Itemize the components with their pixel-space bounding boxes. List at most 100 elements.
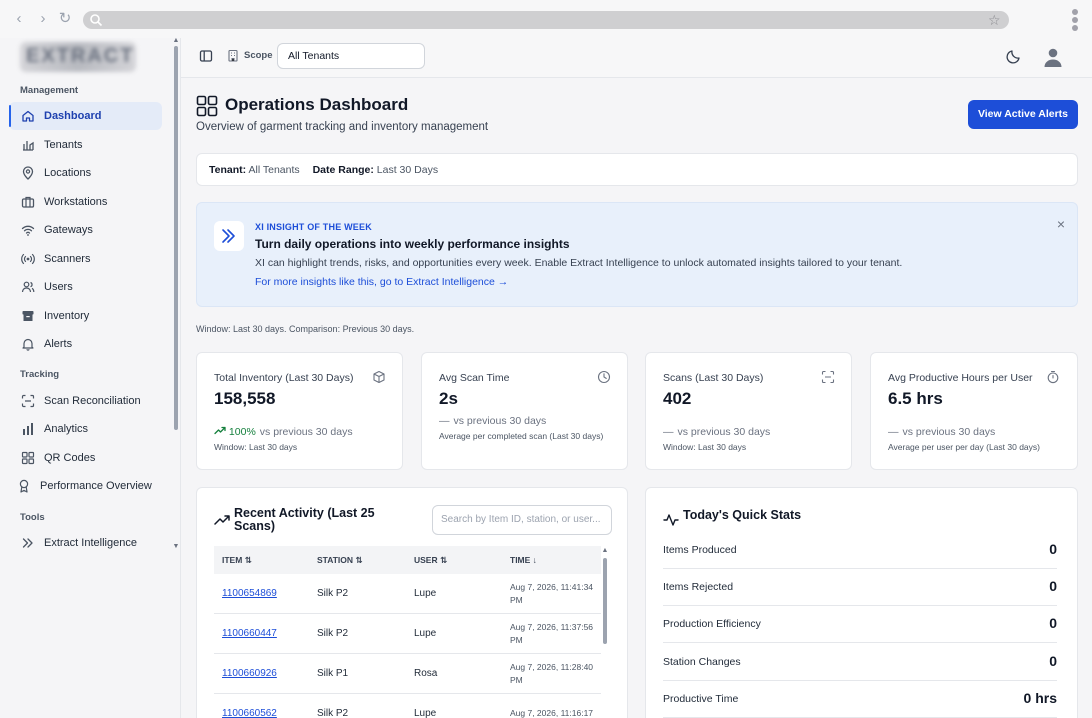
sidebar-item-scanners[interactable]: Scanners [9, 245, 162, 273]
time-cell: Aug 7, 2026, 11:37:56 PM [510, 621, 594, 645]
main-content: Operations Dashboard Overview of garment… [196, 78, 1078, 718]
sidebar-item-scan-reconciliation[interactable]: Scan Reconciliation [9, 387, 162, 415]
kpi-card-scans: Scans (Last 30 Days) 402 — vs previous 30… [645, 352, 852, 470]
recent-activity-title: Recent Activity (Last 25 Scans) [234, 506, 375, 533]
column-header-station[interactable]: STATION ⇅ [310, 555, 407, 566]
sidebar-item-locations[interactable]: Locations [9, 159, 162, 187]
column-header-item[interactable]: ITEM ⇅ [214, 555, 310, 566]
sidebar-item-label: Locations [44, 167, 92, 179]
forward-icon[interactable]: › [35, 11, 51, 27]
sidebar-scroll-thumb[interactable] [174, 46, 178, 430]
table-scroll-thumb[interactable] [603, 558, 607, 644]
page-title: Operations Dashboard [225, 95, 409, 114]
section-label-tracking: Tracking [20, 369, 60, 380]
sidebar-item-label: Workstations [44, 196, 108, 208]
scope-label: Scope [244, 50, 273, 61]
chevrons-right-icon [222, 229, 235, 243]
item-id-link[interactable]: 1100654869 [222, 588, 277, 599]
user-cell: Rosa [414, 668, 438, 679]
kpi-comparison: 100% vs previous 30 days [214, 426, 353, 438]
filter-summary-bar: Tenant: All Tenants Date Range: Last 30 … [196, 153, 1078, 186]
column-header-time[interactable]: TIME ↓ [503, 555, 601, 565]
brand-logo[interactable]: EXTRACT [20, 42, 136, 72]
chevrons-right-icon [22, 538, 33, 548]
table-scrollbar[interactable]: ▲ [601, 546, 609, 718]
kpi-value: 2s [439, 389, 458, 408]
recent-activity-card: Recent Activity (Last 25 Scans) Search b… [196, 487, 628, 718]
sidebar-item-extract-intelligence[interactable]: Extract Intelligence [9, 529, 162, 557]
scroll-down-arrow-icon[interactable]: ▼ [172, 543, 180, 550]
bookmark-star-icon[interactable]: ☆ [988, 12, 1004, 28]
bar-chart-icon [23, 423, 33, 435]
quick-stat-label: Items Produced [663, 544, 737, 556]
sidebar-item-workstations[interactable]: Workstations [9, 188, 162, 216]
moon-icon[interactable] [1006, 48, 1022, 64]
address-bar[interactable]: ☆ [83, 11, 1009, 29]
page-subtitle: Overview of garment tracking and invento… [196, 121, 489, 133]
bell-icon [22, 338, 34, 351]
sidebar-item-users[interactable]: Users [9, 273, 162, 301]
item-id-link[interactable]: 1100660562 [222, 708, 277, 718]
kpi-card-total-inventory: Total Inventory (Last 30 Days) 158,558 1… [196, 352, 403, 470]
sidebar-item-analytics[interactable]: Analytics [9, 415, 162, 443]
kpi-note: Window: Last 30 days [663, 442, 747, 452]
sidebar-item-gateways[interactable]: Gateways [9, 216, 162, 244]
sidebar-item-label: Users [44, 281, 73, 293]
quick-stat-row: Station Changes 0 [663, 644, 1057, 681]
scroll-up-arrow-icon[interactable]: ▲ [601, 547, 609, 554]
item-id-link[interactable]: 1100660926 [222, 668, 277, 679]
kpi-comparison-text: vs previous 30 days [453, 415, 547, 427]
sidebar-item-inventory[interactable]: Inventory [9, 302, 162, 330]
table-row: 1100660926 Silk P1 Rosa Aug 7, 2026, 11:… [214, 654, 601, 694]
sidebar-item-performance-overview[interactable]: Performance Overview [9, 472, 162, 500]
browser-menu-icon[interactable] [1071, 9, 1079, 33]
time-cell: Aug 7, 2026, 11:41:34 PM [510, 581, 594, 605]
quick-stat-row: Items Rejected 0 [663, 569, 1057, 606]
quick-stat-value: 0 [1049, 578, 1057, 594]
item-id-link[interactable]: 1100660447 [222, 628, 277, 639]
section-label-tools: Tools [20, 512, 45, 523]
date-range-label: Date Range: [312, 164, 374, 176]
scope-select[interactable]: All Tenants [277, 43, 425, 69]
insight-link[interactable]: For more insights like this, go to Extra… [255, 276, 508, 288]
quick-stat-value: 0 hrs [1023, 690, 1057, 706]
top-bar: Scope All Tenants [181, 38, 1092, 78]
close-icon[interactable]: × [1054, 217, 1068, 231]
column-header-user[interactable]: USER ⇅ [407, 555, 503, 566]
dashboard-grid-icon [196, 95, 218, 117]
sidebar-item-qr-codes[interactable]: QR Codes [9, 444, 162, 472]
kpi-title: Scans (Last 30 Days) [663, 372, 764, 384]
kpi-value: 6.5 hrs [888, 389, 943, 408]
sidebar-item-dashboard[interactable]: Dashboard [9, 102, 162, 130]
archive-icon [22, 311, 34, 321]
kpi-value: 402 [663, 389, 692, 408]
back-icon[interactable]: ‹ [11, 11, 27, 27]
view-active-alerts-button[interactable]: View Active Alerts [968, 100, 1078, 129]
scan-icon [21, 394, 35, 408]
quick-stats-card: Today's Quick Stats Items Produced 0 Ite… [645, 487, 1078, 718]
sidebar-item-alerts[interactable]: Alerts [9, 330, 162, 358]
insight-body: XI can highlight trends, risks, and oppo… [255, 257, 903, 269]
avatar[interactable] [1042, 46, 1064, 68]
insight-banner: XI INSIGHT OF THE WEEK Turn daily operat… [196, 202, 1078, 307]
sidebar-item-label: Alerts [44, 338, 73, 350]
reload-icon[interactable]: ↻ [57, 11, 73, 27]
sidebar-item-label: Analytics [44, 423, 89, 435]
time-cell: Aug 7, 2026, 11:28:40 PM [510, 661, 594, 685]
briefcase-icon [21, 196, 35, 208]
activity-search-input[interactable]: Search by Item ID, station, or user... [432, 505, 612, 535]
date-range-value: Last 30 Days [376, 164, 439, 176]
sidebar-item-tenants[interactable]: Tenants [9, 131, 162, 159]
sidebar-toggle-icon[interactable] [199, 49, 213, 63]
building-chart-icon [23, 141, 34, 151]
insight-heading: Turn daily operations into weekly perfor… [255, 237, 570, 251]
sidebar-scrollbar[interactable]: ▲ ▼ [172, 37, 180, 550]
quick-stat-label: Items Rejected [663, 581, 734, 593]
kpi-change: 100% [228, 426, 256, 438]
sidebar-item-label: Extract Intelligence [44, 537, 137, 549]
station-cell: Silk P1 [317, 668, 349, 679]
scroll-up-arrow-icon[interactable]: ▲ [172, 37, 180, 44]
search-icon [90, 14, 103, 27]
section-label-management: Management [20, 85, 79, 96]
kpi-card-avg-scan-time: Avg Scan Time 2s — vs previous 30 days Av… [421, 352, 628, 470]
